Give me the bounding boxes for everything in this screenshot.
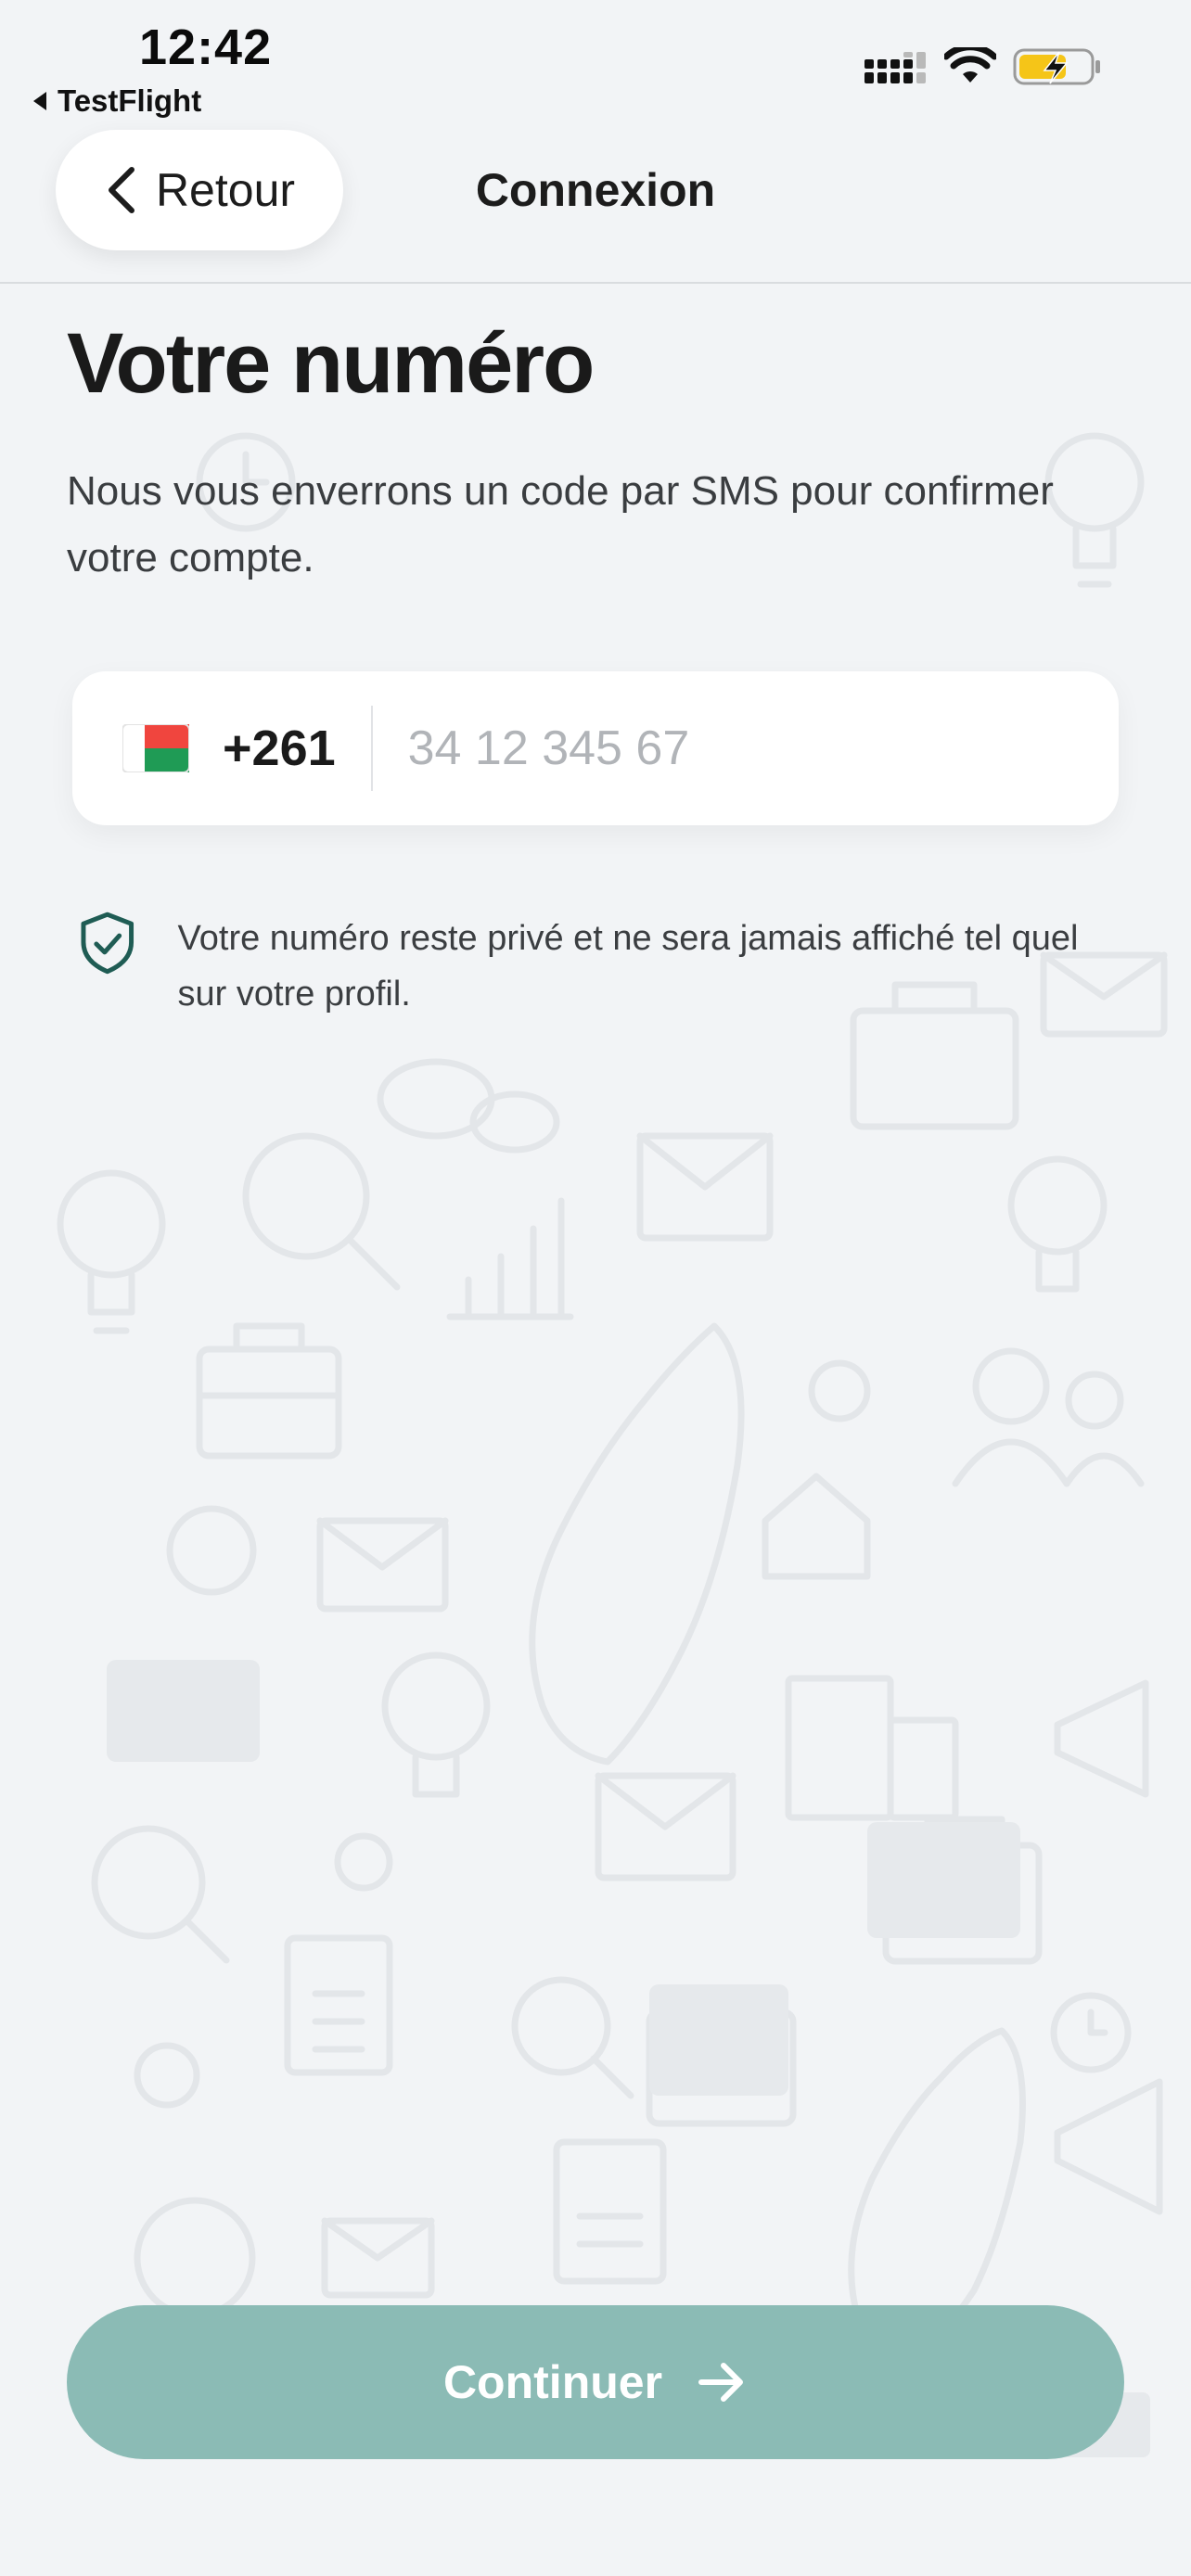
document-icon xyxy=(284,1934,667,2285)
status-time: 12:42 xyxy=(139,19,273,75)
wifi-icon xyxy=(944,47,996,83)
page-title: Votre numéro xyxy=(67,316,595,411)
lightbulb-icon xyxy=(57,1169,166,1334)
envelope-icon xyxy=(316,1517,449,1613)
cellular-signal-icon xyxy=(864,52,926,83)
lightbulb-icon xyxy=(381,1651,491,1798)
privacy-notice: Votre numéro reste privé et ne sera jama… xyxy=(78,911,1098,1022)
building-icon xyxy=(785,1675,959,1821)
back-triangle-icon xyxy=(33,92,46,110)
continue-button-label: Continuer xyxy=(442,2356,663,2408)
phone-number-input[interactable] xyxy=(372,670,1115,826)
speech-bubble-icon xyxy=(377,1058,560,1154)
back-button[interactable]: Retour xyxy=(56,130,343,250)
battery-charging-icon xyxy=(1013,48,1100,85)
envelope-icon xyxy=(321,2217,435,2299)
people-icon xyxy=(952,1347,1145,1487)
status-icons xyxy=(864,46,1102,87)
bar-chart-icon xyxy=(446,1197,574,1320)
privacy-note: Votre numéro reste privé et ne sera jama… xyxy=(177,919,1079,1014)
house-icon xyxy=(762,1473,871,1580)
shield-check-icon xyxy=(81,912,134,975)
magnifier-icon xyxy=(511,1976,634,2099)
phone-number-field: +261 xyxy=(72,670,1119,826)
lightbulb-icon xyxy=(1007,1155,1108,1293)
envelope-icon xyxy=(636,1132,774,1242)
country-code-picker[interactable]: +261 xyxy=(72,671,371,825)
continue-button[interactable]: Continuer xyxy=(67,2305,1124,2459)
arrow-right-icon xyxy=(698,2363,744,2402)
magnifier-icon xyxy=(242,1132,401,1291)
dial-code: +261 xyxy=(223,721,336,776)
page-subtitle: Nous vous enverrons un code par SMS pour… xyxy=(67,468,1054,580)
status-bar: 12:42 TestFlight xyxy=(0,0,1191,130)
back-to-app-link[interactable]: TestFlight xyxy=(33,83,201,119)
envelope-icon xyxy=(595,1772,736,1881)
navigation-bar: Connexion Retour xyxy=(0,130,1191,284)
magnifier-icon xyxy=(91,1825,230,1964)
chevron-left-icon xyxy=(108,167,134,213)
megaphone-icon xyxy=(1054,1679,1163,2215)
madagascar-flag-icon xyxy=(122,724,189,772)
briefcase-icon xyxy=(196,1322,342,1460)
back-app-label: TestFlight xyxy=(58,83,202,118)
back-button-label: Retour xyxy=(155,164,296,216)
